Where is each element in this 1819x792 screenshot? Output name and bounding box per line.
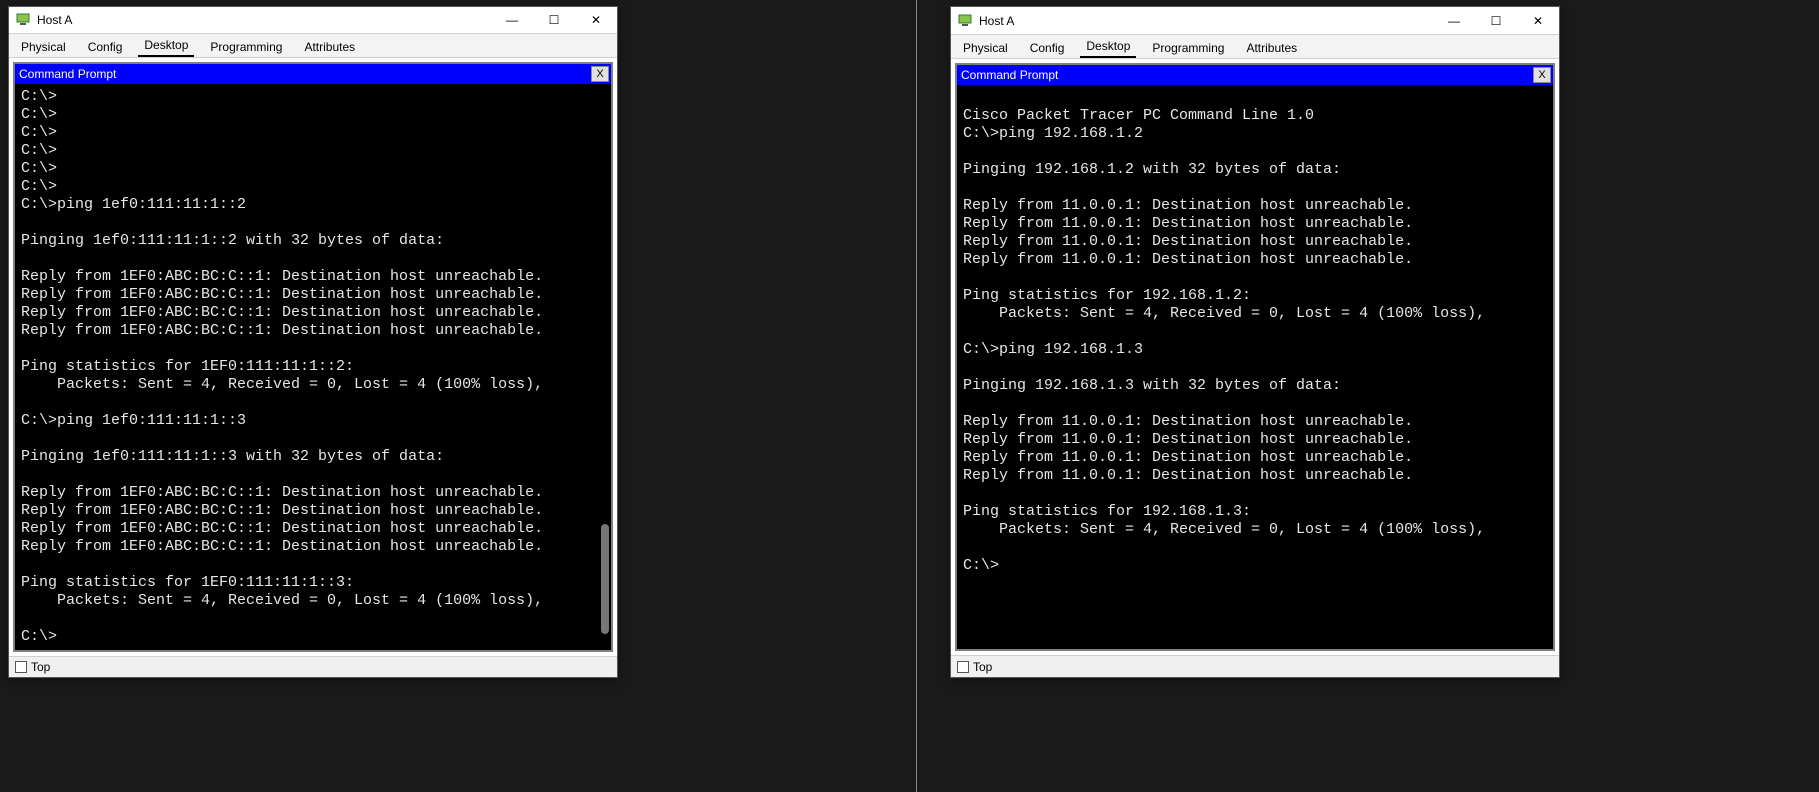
command-prompt-title: Command Prompt [961, 68, 1058, 82]
maximize-button[interactable]: ☐ [1475, 8, 1517, 34]
console-output[interactable]: Cisco Packet Tracer PC Command Line 1.0 … [957, 85, 1553, 649]
host-window-right: Host A — ☐ ✕ Physical Config Desktop Pro… [950, 6, 1560, 678]
tab-programming[interactable]: Programming [204, 36, 288, 57]
desktop-pane: Command Prompt X C:\> C:\> C:\> C:\> C:\… [9, 58, 617, 656]
command-prompt-close-button[interactable]: X [1533, 67, 1551, 83]
command-prompt-title: Command Prompt [19, 67, 116, 81]
tab-desktop[interactable]: Desktop [1080, 35, 1136, 58]
tab-bar: Physical Config Desktop Programming Attr… [9, 34, 617, 58]
tab-physical[interactable]: Physical [957, 37, 1014, 58]
top-label: Top [31, 660, 50, 674]
command-prompt-frame: Command Prompt X Cisco Packet Tracer PC … [955, 63, 1555, 651]
titlebar[interactable]: Host A — ☐ ✕ [9, 7, 617, 34]
host-window-left: Host A — ☐ ✕ Physical Config Desktop Pro… [8, 6, 618, 678]
pc-icon [957, 13, 973, 29]
bottom-bar: Top [9, 656, 617, 677]
command-prompt-close-button[interactable]: X [591, 66, 609, 82]
tab-desktop[interactable]: Desktop [138, 34, 194, 57]
tab-attributes[interactable]: Attributes [1240, 37, 1303, 58]
console-output[interactable]: C:\> C:\> C:\> C:\> C:\> C:\> C:\>ping 1… [15, 84, 611, 650]
titlebar[interactable]: Host A — ☐ ✕ [951, 7, 1559, 35]
command-prompt-frame: Command Prompt X C:\> C:\> C:\> C:\> C:\… [13, 62, 613, 652]
maximize-button[interactable]: ☐ [533, 7, 575, 33]
close-button[interactable]: ✕ [575, 7, 617, 33]
tab-physical[interactable]: Physical [15, 36, 72, 57]
pc-icon [15, 12, 31, 28]
command-prompt-titlebar[interactable]: Command Prompt X [15, 64, 611, 84]
tab-config[interactable]: Config [82, 36, 129, 57]
minimize-button[interactable]: — [491, 7, 533, 33]
window-title: Host A [979, 14, 1433, 28]
tab-attributes[interactable]: Attributes [298, 36, 361, 57]
tab-config[interactable]: Config [1024, 37, 1071, 58]
tab-bar: Physical Config Desktop Programming Attr… [951, 35, 1559, 59]
window-title: Host A [37, 13, 491, 27]
desktop-pane: Command Prompt X Cisco Packet Tracer PC … [951, 59, 1559, 655]
tab-programming[interactable]: Programming [1146, 37, 1230, 58]
minimize-button[interactable]: — [1433, 8, 1475, 34]
close-button[interactable]: ✕ [1517, 8, 1559, 34]
top-checkbox[interactable] [957, 661, 969, 673]
top-label: Top [973, 660, 992, 674]
top-checkbox[interactable] [15, 661, 27, 673]
command-prompt-titlebar[interactable]: Command Prompt X [957, 65, 1553, 85]
bottom-bar: Top [951, 655, 1559, 677]
